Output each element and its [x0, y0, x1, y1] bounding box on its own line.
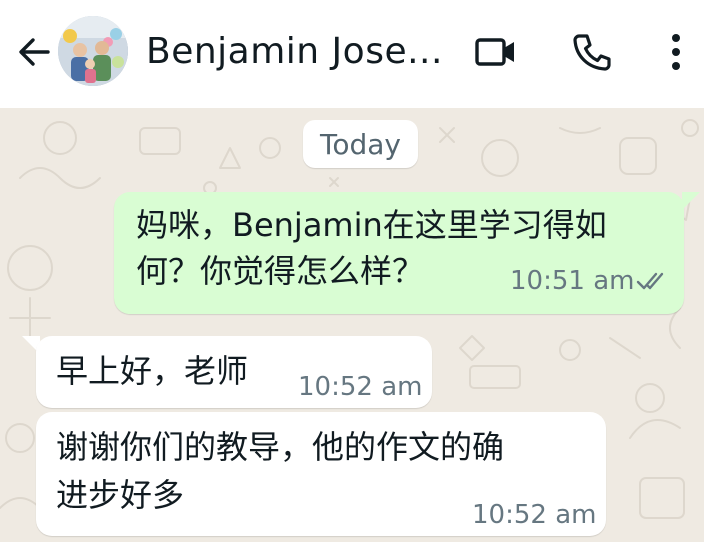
- message-time: 10:52 am: [298, 372, 423, 402]
- incoming-message[interactable]: 早上好，老师 10:52 am: [36, 336, 432, 408]
- message-text-line-2: 进步好多: [56, 476, 185, 514]
- message-text-line-1: 谢谢你们的教导，他的作文的确: [56, 428, 505, 466]
- message-time: 10:52 am: [472, 500, 597, 530]
- more-options-button[interactable]: [652, 28, 700, 76]
- back-arrow-icon: [19, 38, 50, 66]
- date-label: Today: [320, 127, 401, 161]
- incoming-message[interactable]: 谢谢你们的教导，他的作文的确 进步好多 10:52 am: [36, 412, 606, 536]
- contact-avatar[interactable]: [58, 16, 128, 86]
- date-divider: Today: [303, 120, 418, 168]
- chat-header: Benjamin Jose...: [0, 0, 704, 108]
- avatar-photo: [58, 16, 128, 86]
- outgoing-bubble-tail: [682, 192, 700, 210]
- outgoing-message[interactable]: 妈咪，Benjamin在这里学习得如 何？你觉得怎么样？ 10:51 am: [114, 192, 684, 314]
- chat-area[interactable]: Today 妈咪，Benjamin在这里学习得如 何？你觉得怎么样？ 10:51…: [0, 108, 704, 542]
- message-text-line-1: 早上好，老师: [56, 352, 249, 390]
- video-call-button[interactable]: [472, 28, 520, 76]
- message-text-line-1: 妈咪，Benjamin在这里学习得如: [136, 206, 607, 244]
- read-receipt-icon: [636, 272, 664, 290]
- voice-call-button[interactable]: [567, 28, 615, 76]
- message-text-line-2: 何？你觉得怎么样？: [136, 252, 425, 290]
- contact-name[interactable]: Benjamin Jose...: [146, 28, 446, 76]
- video-call-icon: [475, 38, 514, 66]
- message-time: 10:51 am: [510, 266, 635, 296]
- more-options-icon: [672, 34, 680, 70]
- back-button[interactable]: [12, 30, 56, 74]
- voice-call-icon: [573, 34, 611, 71]
